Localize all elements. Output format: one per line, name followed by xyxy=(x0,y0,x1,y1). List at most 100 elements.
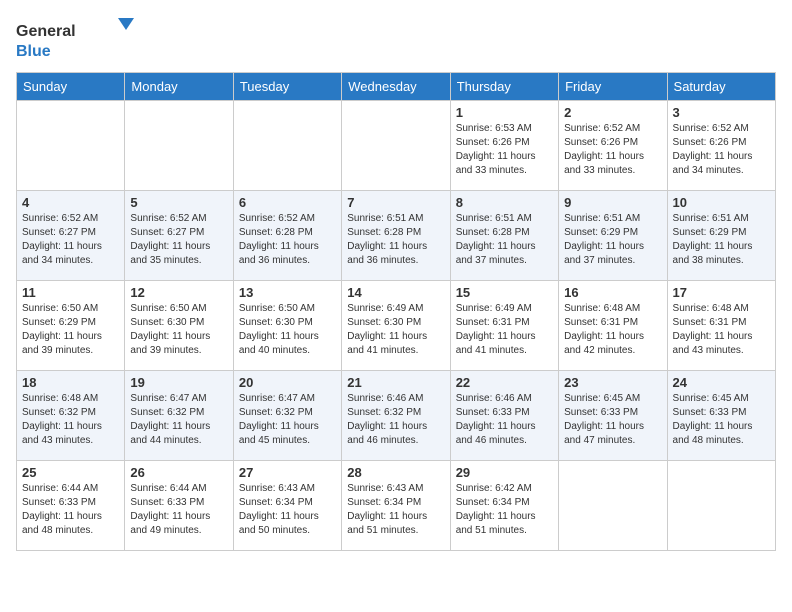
day-cell: 13 Sunrise: 6:50 AM Sunset: 6:30 PM Dayli… xyxy=(233,281,341,371)
day-number: 5 xyxy=(130,195,227,210)
day-number: 21 xyxy=(347,375,444,390)
day-cell: 23 Sunrise: 6:45 AM Sunset: 6:33 PM Dayli… xyxy=(559,371,667,461)
day-number: 3 xyxy=(673,105,770,120)
day-cell: 6 Sunrise: 6:52 AM Sunset: 6:28 PM Daylig… xyxy=(233,191,341,281)
day-info: Sunrise: 6:48 AM Sunset: 6:31 PM Dayligh… xyxy=(564,302,661,358)
day-number: 9 xyxy=(564,195,661,210)
day-info: Sunrise: 6:52 AM Sunset: 6:27 PM Dayligh… xyxy=(130,212,227,268)
day-cell: 21 Sunrise: 6:46 AM Sunset: 6:32 PM Dayli… xyxy=(342,371,450,461)
day-info: Sunrise: 6:48 AM Sunset: 6:32 PM Dayligh… xyxy=(22,392,119,448)
col-friday: Friday xyxy=(559,73,667,101)
day-info: Sunrise: 6:42 AM Sunset: 6:34 PM Dayligh… xyxy=(456,482,553,538)
logo: General Blue xyxy=(16,16,136,60)
day-cell: 8 Sunrise: 6:51 AM Sunset: 6:28 PM Daylig… xyxy=(450,191,558,281)
day-number: 28 xyxy=(347,465,444,480)
day-number: 23 xyxy=(564,375,661,390)
day-info: Sunrise: 6:47 AM Sunset: 6:32 PM Dayligh… xyxy=(239,392,336,448)
day-info: Sunrise: 6:48 AM Sunset: 6:31 PM Dayligh… xyxy=(673,302,770,358)
day-info: Sunrise: 6:50 AM Sunset: 6:30 PM Dayligh… xyxy=(130,302,227,358)
day-info: Sunrise: 6:44 AM Sunset: 6:33 PM Dayligh… xyxy=(130,482,227,538)
day-number: 25 xyxy=(22,465,119,480)
day-cell xyxy=(559,461,667,551)
day-cell: 11Sunrise: 6:50 AM Sunset: 6:29 PM Dayli… xyxy=(17,281,125,371)
day-number: 14 xyxy=(347,285,444,300)
day-cell: 14 Sunrise: 6:49 AM Sunset: 6:30 PM Dayli… xyxy=(342,281,450,371)
week-row-2: 4Sunrise: 6:52 AM Sunset: 6:27 PM Daylig… xyxy=(17,191,776,281)
day-number: 17 xyxy=(673,285,770,300)
day-cell: 4Sunrise: 6:52 AM Sunset: 6:27 PM Daylig… xyxy=(17,191,125,281)
day-info: Sunrise: 6:52 AM Sunset: 6:26 PM Dayligh… xyxy=(673,122,770,178)
day-info: Sunrise: 6:53 AM Sunset: 6:26 PM Dayligh… xyxy=(456,122,553,178)
day-cell xyxy=(667,461,775,551)
col-sunday: Sunday xyxy=(17,73,125,101)
day-number: 11 xyxy=(22,285,119,300)
day-info: Sunrise: 6:51 AM Sunset: 6:29 PM Dayligh… xyxy=(564,212,661,268)
day-number: 16 xyxy=(564,285,661,300)
week-row-4: 18 Sunrise: 6:48 AM Sunset: 6:32 PM Dayli… xyxy=(17,371,776,461)
day-info: Sunrise: 6:52 AM Sunset: 6:27 PM Dayligh… xyxy=(22,212,119,268)
day-info: Sunrise: 6:44 AM Sunset: 6:33 PM Dayligh… xyxy=(22,482,119,538)
day-number: 20 xyxy=(239,375,336,390)
day-cell xyxy=(17,101,125,191)
day-info: Sunrise: 6:49 AM Sunset: 6:30 PM Dayligh… xyxy=(347,302,444,358)
day-cell: 2Sunrise: 6:52 AM Sunset: 6:26 PM Daylig… xyxy=(559,101,667,191)
day-cell: 1Sunrise: 6:53 AM Sunset: 6:26 PM Daylig… xyxy=(450,101,558,191)
day-info: Sunrise: 6:52 AM Sunset: 6:26 PM Dayligh… xyxy=(564,122,661,178)
day-number: 22 xyxy=(456,375,553,390)
col-thursday: Thursday xyxy=(450,73,558,101)
day-number: 24 xyxy=(673,375,770,390)
day-cell: 3 Sunrise: 6:52 AM Sunset: 6:26 PM Daylig… xyxy=(667,101,775,191)
day-info: Sunrise: 6:45 AM Sunset: 6:33 PM Dayligh… xyxy=(673,392,770,448)
day-info: Sunrise: 6:46 AM Sunset: 6:32 PM Dayligh… xyxy=(347,392,444,448)
day-cell: 25 Sunrise: 6:44 AM Sunset: 6:33 PM Dayli… xyxy=(17,461,125,551)
day-number: 13 xyxy=(239,285,336,300)
col-saturday: Saturday xyxy=(667,73,775,101)
col-tuesday: Tuesday xyxy=(233,73,341,101)
day-cell: 29 Sunrise: 6:42 AM Sunset: 6:34 PM Dayli… xyxy=(450,461,558,551)
day-number: 6 xyxy=(239,195,336,210)
day-cell: 24 Sunrise: 6:45 AM Sunset: 6:33 PM Dayli… xyxy=(667,371,775,461)
header: General Blue xyxy=(16,16,776,60)
day-cell: 19 Sunrise: 6:47 AM Sunset: 6:32 PM Dayli… xyxy=(125,371,233,461)
day-number: 8 xyxy=(456,195,553,210)
day-info: Sunrise: 6:43 AM Sunset: 6:34 PM Dayligh… xyxy=(239,482,336,538)
svg-text:General: General xyxy=(16,23,76,40)
day-info: Sunrise: 6:47 AM Sunset: 6:32 PM Dayligh… xyxy=(130,392,227,448)
day-cell: 16 Sunrise: 6:48 AM Sunset: 6:31 PM Dayli… xyxy=(559,281,667,371)
logo-svg: General Blue xyxy=(16,16,136,60)
day-cell xyxy=(125,101,233,191)
day-cell: 9 Sunrise: 6:51 AM Sunset: 6:29 PM Daylig… xyxy=(559,191,667,281)
day-cell: 28 Sunrise: 6:43 AM Sunset: 6:34 PM Dayli… xyxy=(342,461,450,551)
col-wednesday: Wednesday xyxy=(342,73,450,101)
day-info: Sunrise: 6:50 AM Sunset: 6:30 PM Dayligh… xyxy=(239,302,336,358)
day-cell: 5 Sunrise: 6:52 AM Sunset: 6:27 PM Daylig… xyxy=(125,191,233,281)
day-cell: 12Sunrise: 6:50 AM Sunset: 6:30 PM Dayli… xyxy=(125,281,233,371)
day-cell: 22 Sunrise: 6:46 AM Sunset: 6:33 PM Dayli… xyxy=(450,371,558,461)
day-number: 29 xyxy=(456,465,553,480)
day-info: Sunrise: 6:49 AM Sunset: 6:31 PM Dayligh… xyxy=(456,302,553,358)
day-number: 27 xyxy=(239,465,336,480)
day-info: Sunrise: 6:52 AM Sunset: 6:28 PM Dayligh… xyxy=(239,212,336,268)
week-row-3: 11Sunrise: 6:50 AM Sunset: 6:29 PM Dayli… xyxy=(17,281,776,371)
day-info: Sunrise: 6:51 AM Sunset: 6:29 PM Dayligh… xyxy=(673,212,770,268)
day-number: 19 xyxy=(130,375,227,390)
day-cell: 20 Sunrise: 6:47 AM Sunset: 6:32 PM Dayli… xyxy=(233,371,341,461)
day-cell: 26 Sunrise: 6:44 AM Sunset: 6:33 PM Dayli… xyxy=(125,461,233,551)
day-info: Sunrise: 6:51 AM Sunset: 6:28 PM Dayligh… xyxy=(347,212,444,268)
day-info: Sunrise: 6:43 AM Sunset: 6:34 PM Dayligh… xyxy=(347,482,444,538)
day-number: 7 xyxy=(347,195,444,210)
day-info: Sunrise: 6:51 AM Sunset: 6:28 PM Dayligh… xyxy=(456,212,553,268)
week-row-1: 1Sunrise: 6:53 AM Sunset: 6:26 PM Daylig… xyxy=(17,101,776,191)
day-cell: 10 Sunrise: 6:51 AM Sunset: 6:29 PM Dayli… xyxy=(667,191,775,281)
day-number: 15 xyxy=(456,285,553,300)
day-number: 26 xyxy=(130,465,227,480)
day-cell: 17 Sunrise: 6:48 AM Sunset: 6:31 PM Dayli… xyxy=(667,281,775,371)
week-row-5: 25 Sunrise: 6:44 AM Sunset: 6:33 PM Dayli… xyxy=(17,461,776,551)
day-info: Sunrise: 6:45 AM Sunset: 6:33 PM Dayligh… xyxy=(564,392,661,448)
day-number: 18 xyxy=(22,375,119,390)
day-number: 10 xyxy=(673,195,770,210)
header-row: Sunday Monday Tuesday Wednesday Thursday… xyxy=(17,73,776,101)
calendar-table: Sunday Monday Tuesday Wednesday Thursday… xyxy=(16,72,776,551)
day-info: Sunrise: 6:46 AM Sunset: 6:33 PM Dayligh… xyxy=(456,392,553,448)
day-cell: 27 Sunrise: 6:43 AM Sunset: 6:34 PM Dayli… xyxy=(233,461,341,551)
